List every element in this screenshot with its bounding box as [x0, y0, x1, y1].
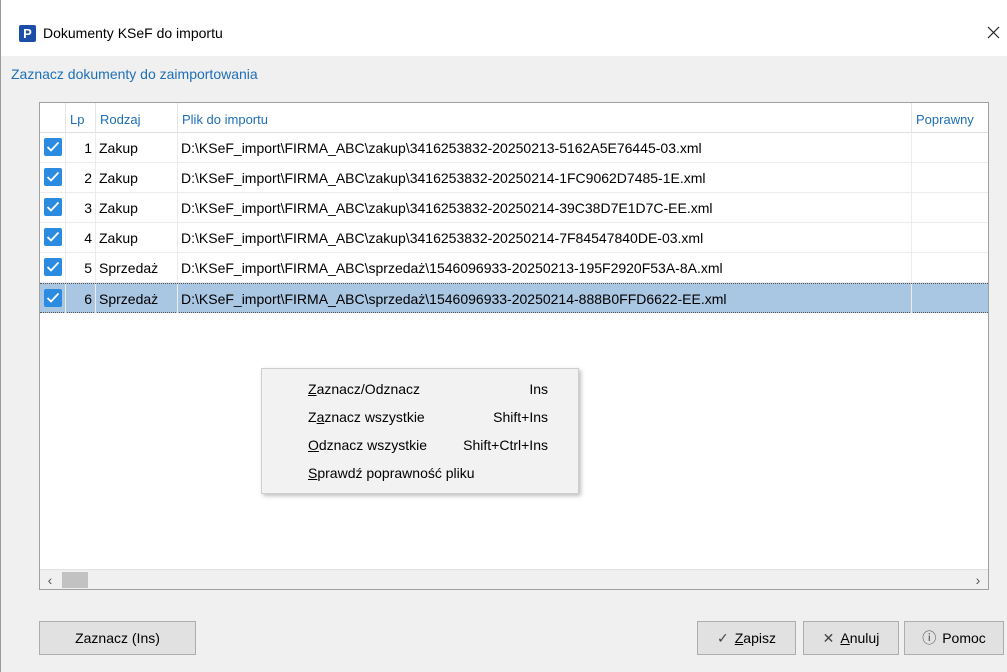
context-menu-item[interactable]: Zaznacz wszystkie Shift+Ins — [262, 403, 578, 431]
context-menu-item-label: Zaznacz wszystkie — [308, 409, 425, 425]
row-checkbox[interactable] — [44, 168, 62, 186]
checkmark-icon — [46, 261, 60, 272]
row-checkbox-cell — [40, 253, 66, 282]
cancel-label: Anuluj — [840, 630, 880, 646]
row-plik: D:\KSeF_import\FIRMA_ABC\zakup\341625383… — [178, 163, 912, 192]
row-poprawny — [912, 253, 988, 282]
close-icon — [987, 26, 1000, 39]
scroll-right-icon[interactable]: › — [968, 570, 988, 589]
row-checkbox-cell — [40, 163, 66, 192]
save-label: Zapisz — [734, 630, 776, 646]
header-lp[interactable]: Lp — [66, 103, 96, 133]
row-lp: 6 — [66, 284, 96, 313]
checkmark-icon — [46, 141, 60, 152]
scroll-left-icon[interactable]: ‹ — [40, 570, 60, 589]
header-rodzaj[interactable]: Rodzaj — [96, 103, 178, 133]
row-poprawny — [912, 193, 988, 222]
table-row[interactable]: 4 Zakup D:\KSeF_import\FIRMA_ABC\zakup\341… — [40, 223, 988, 253]
context-menu-item-shortcut: Shift+Ctrl+Ins — [463, 437, 548, 453]
header-plik[interactable]: Plik do importu — [178, 103, 912, 133]
row-poprawny — [912, 284, 988, 313]
close-icon: ✕ — [822, 630, 835, 646]
checkmark-icon — [46, 171, 60, 182]
row-rodzaj: Zakup — [96, 133, 178, 162]
context-menu-item[interactable]: Sprawdź poprawność pliku — [262, 459, 578, 487]
row-checkbox-cell — [40, 223, 66, 252]
row-rodzaj: Zakup — [96, 193, 178, 222]
checkmark-icon — [46, 201, 60, 212]
help-button[interactable]: ⓘ Pomoc — [904, 621, 1004, 655]
check-icon: ✓ — [717, 630, 729, 646]
context-menu-item-label: Odznacz wszystkie — [308, 437, 428, 453]
row-checkbox[interactable] — [44, 258, 62, 276]
checkmark-icon — [46, 292, 60, 303]
header-poprawny[interactable]: Poprawny — [912, 103, 988, 133]
row-plik: D:\KSeF_import\FIRMA_ABC\zakup\341625383… — [178, 193, 912, 222]
row-lp: 5 — [66, 253, 96, 282]
table-row[interactable]: 1 Zakup D:\KSeF_import\FIRMA_ABC\zakup\341… — [40, 133, 988, 163]
dialog-window: P Dokumenty KSeF do importu Zaznacz doku… — [0, 0, 1007, 672]
context-menu: Zaznacz/Odznacz Ins Zaznacz wszystkie Shift… — [261, 368, 579, 494]
row-checkbox-cell — [40, 193, 66, 222]
row-rodzaj: Sprzedaż — [96, 284, 178, 313]
row-checkbox[interactable] — [44, 198, 62, 216]
help-icon: ⓘ — [922, 630, 937, 646]
row-plik: D:\KSeF_import\FIRMA_ABC\zakup\341625383… — [178, 133, 912, 162]
context-menu-item[interactable]: Zaznacz/Odznacz Ins — [262, 375, 578, 403]
toggle-selection-button[interactable]: Zaznacz (Ins) — [39, 621, 196, 655]
grid-header: Lp Rodzaj Plik do importu Poprawny — [40, 103, 988, 133]
row-lp: 4 — [66, 223, 96, 252]
context-menu-item-label: Zaznacz/Odznacz — [308, 381, 421, 397]
scroll-thumb[interactable] — [62, 572, 88, 588]
row-checkbox-cell — [40, 284, 66, 313]
instruction-text: Zaznacz dokumenty do zaimportowania — [11, 66, 258, 82]
table-row[interactable]: 5 Sprzedaż D:\KSeF_import\FIRMA_ABC\sprzed… — [40, 253, 988, 283]
row-rodzaj: Zakup — [96, 163, 178, 192]
cancel-button[interactable]: ✕ Anuluj — [803, 621, 899, 655]
table-row[interactable]: 6 Sprzedaż D:\KSeF_import\FIRMA_ABC\sprzed… — [40, 283, 988, 313]
context-menu-item[interactable]: Odznacz wszystkie Shift+Ctrl+Ins — [262, 431, 578, 459]
row-checkbox[interactable] — [44, 289, 62, 307]
row-checkbox[interactable] — [44, 228, 62, 246]
window-title: Dokumenty KSeF do importu — [43, 25, 223, 41]
row-lp: 1 — [66, 133, 96, 162]
row-plik: D:\KSeF_import\FIRMA_ABC\sprzedaż\154609… — [178, 284, 912, 313]
context-menu-item-shortcut: Shift+Ins — [493, 409, 548, 425]
row-lp: 2 — [66, 163, 96, 192]
row-rodzaj: Zakup — [96, 223, 178, 252]
row-poprawny — [912, 163, 988, 192]
header-checkbox-column — [40, 103, 66, 133]
table-row[interactable]: 2 Zakup D:\KSeF_import\FIRMA_ABC\zakup\341… — [40, 163, 988, 193]
row-plik: D:\KSeF_import\FIRMA_ABC\sprzedaż\154609… — [178, 253, 912, 282]
close-button[interactable] — [979, 18, 1007, 46]
help-label: Pomoc — [942, 630, 986, 646]
row-poprawny — [912, 133, 988, 162]
table-row[interactable]: 3 Zakup D:\KSeF_import\FIRMA_ABC\zakup\341… — [40, 193, 988, 223]
row-poprawny — [912, 223, 988, 252]
row-rodzaj: Sprzedaż — [96, 253, 178, 282]
horizontal-scrollbar[interactable]: ‹ › — [40, 569, 988, 589]
row-checkbox[interactable] — [44, 138, 62, 156]
row-checkbox-cell — [40, 133, 66, 162]
toggle-selection-label: Zaznacz (Ins) — [75, 630, 160, 646]
title-bar: P Dokumenty KSeF do importu — [1, 0, 1007, 56]
row-lp: 3 — [66, 193, 96, 222]
documents-grid[interactable]: Lp Rodzaj Plik do importu Poprawny 1 Zaku… — [39, 102, 989, 590]
app-icon: P — [19, 25, 36, 42]
context-menu-item-shortcut: Ins — [529, 381, 548, 397]
context-menu-item-label: Sprawdź poprawność pliku — [308, 465, 475, 481]
save-button[interactable]: ✓ Zapisz — [697, 621, 796, 655]
checkmark-icon — [46, 231, 60, 242]
row-plik: D:\KSeF_import\FIRMA_ABC\zakup\341625383… — [178, 223, 912, 252]
